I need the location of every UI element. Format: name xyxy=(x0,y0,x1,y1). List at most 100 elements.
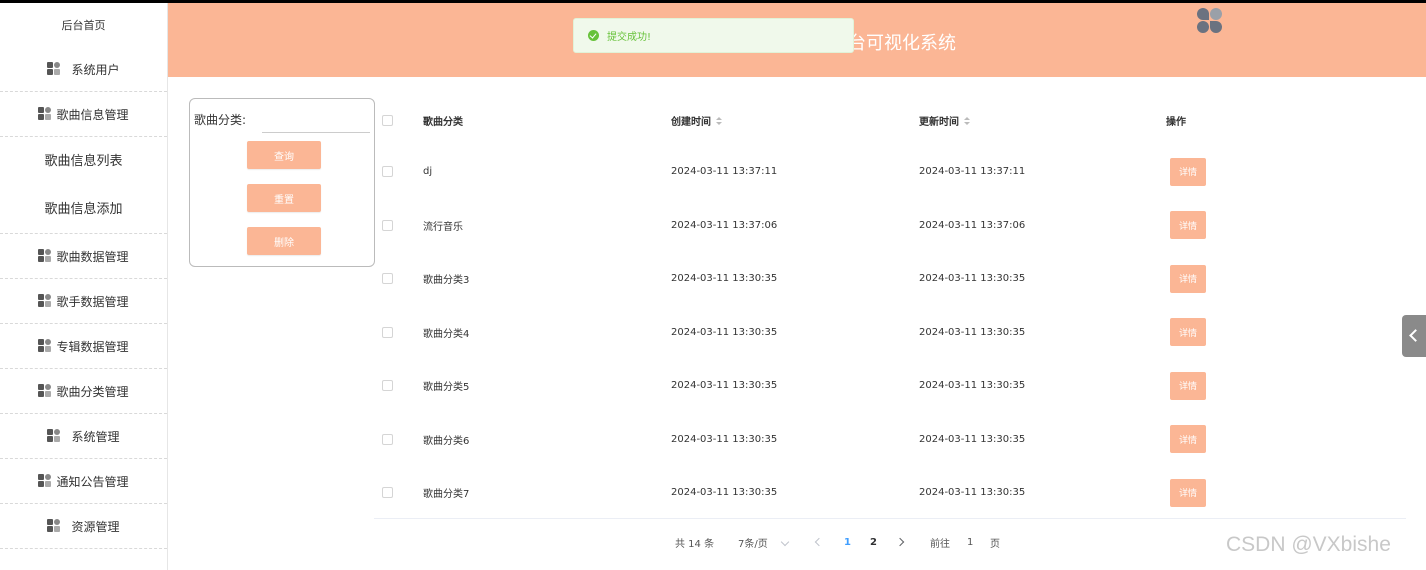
menu-icon xyxy=(38,474,52,488)
cell-created: 2024-03-11 13:30:35 xyxy=(671,273,778,285)
row-checkbox[interactable] xyxy=(382,273,393,285)
pagination-total: 共 14 条 xyxy=(675,538,715,550)
cell-updated: 2024-03-11 13:37:11 xyxy=(919,166,1026,178)
sidebar-item-song-category[interactable]: 歌曲分类管理 xyxy=(0,369,167,414)
cell-updated: 2024-03-11 13:30:35 xyxy=(919,380,1026,392)
sidebar-item-system-management[interactable]: 系统管理 xyxy=(0,414,167,459)
select-all-checkbox[interactable] xyxy=(382,114,393,126)
table-row: 歌曲分类4 2024-03-11 13:30:35 2024-03-11 13:… xyxy=(374,306,1406,360)
sidebar-item-resources[interactable]: 资源管理 xyxy=(0,504,167,549)
row-checkbox[interactable] xyxy=(382,380,393,392)
cell-category: 歌曲分类5 xyxy=(423,382,470,394)
search-label: 歌曲分类: xyxy=(194,113,247,127)
menu-icon xyxy=(38,294,52,308)
cell-category: 流行音乐 xyxy=(423,221,463,233)
cell-created: 2024-03-11 13:37:06 xyxy=(671,219,778,231)
row-checkbox[interactable] xyxy=(382,219,393,231)
cell-created: 2024-03-11 13:30:35 xyxy=(671,380,778,392)
sidebar-subitem-song-list[interactable]: 歌曲信息列表 xyxy=(0,137,167,182)
search-panel: 歌曲分类: 查询 重置 删除 xyxy=(189,98,375,267)
table-row: 流行音乐 2024-03-11 13:37:06 2024-03-11 13:3… xyxy=(374,199,1406,253)
table-row: 歌曲分类7 2024-03-11 13:30:35 2024-03-11 13:… xyxy=(374,466,1406,520)
cell-category: dj xyxy=(423,166,433,178)
cell-updated: 2024-03-11 13:30:35 xyxy=(919,433,1026,445)
column-header-category: 歌曲分类 xyxy=(423,116,463,128)
column-header-created[interactable]: 创建时间 xyxy=(671,113,722,128)
sidebar-item-label: 歌手数据管理 xyxy=(56,294,129,309)
sort-icon[interactable] xyxy=(716,117,722,126)
sidebar-item-home[interactable]: 后台首页 xyxy=(0,3,167,47)
sidebar-item-song-info[interactable]: 歌曲信息管理 xyxy=(0,92,167,137)
sidebar-item-label: 专辑数据管理 xyxy=(56,339,129,354)
avatar-icon[interactable] xyxy=(1197,8,1223,34)
sidebar: 后台首页 系统用户 歌曲信息管理 歌曲信息列表 歌曲信息添加 歌曲数据管理 歌手… xyxy=(0,3,168,570)
row-checkbox[interactable] xyxy=(382,487,393,499)
query-button[interactable]: 查询 xyxy=(247,141,321,169)
sidebar-subitem-song-add[interactable]: 歌曲信息添加 xyxy=(0,182,167,234)
page-size-select[interactable]: 7条/页 xyxy=(738,534,768,550)
detail-button[interactable]: 详情 xyxy=(1170,478,1206,507)
sidebar-item-label: 歌曲数据管理 xyxy=(56,249,129,264)
goto-page-input[interactable]: 1 xyxy=(967,534,973,550)
sidebar-item-singer-data[interactable]: 歌手数据管理 xyxy=(0,279,167,324)
sidebar-item-album-data[interactable]: 专辑数据管理 xyxy=(0,324,167,369)
cell-category: 歌曲分类3 xyxy=(423,275,470,287)
table-row: dj 2024-03-11 13:37:11 2024-03-11 13:37:… xyxy=(374,145,1406,199)
table-divider xyxy=(374,518,1406,519)
sidebar-item-notice[interactable]: 通知公告管理 xyxy=(0,459,167,504)
category-table: 歌曲分类 创建时间 更新时间 操作 dj 2024-03-11 13:37:11… xyxy=(374,95,1406,520)
column-header-updated[interactable]: 更新时间 xyxy=(919,113,970,128)
cell-category: 歌曲分类4 xyxy=(423,328,470,340)
detail-button[interactable]: 详情 xyxy=(1170,318,1206,347)
sidebar-item-label: 通知公告管理 xyxy=(56,474,129,489)
row-checkbox[interactable] xyxy=(382,433,393,445)
sidebar-item-label: 歌曲分类管理 xyxy=(56,384,129,399)
table-row: 歌曲分类5 2024-03-11 13:30:35 2024-03-11 13:… xyxy=(374,359,1406,413)
row-checkbox[interactable] xyxy=(382,326,393,338)
row-checkbox[interactable] xyxy=(382,166,393,178)
main-content: 歌曲分类: 查询 重置 删除 歌曲分类 创建时间 更新时间 操作 dj 2024… xyxy=(168,77,1426,570)
detail-button[interactable]: 详情 xyxy=(1170,157,1206,186)
menu-icon xyxy=(47,519,61,533)
page-number-1[interactable]: 1 xyxy=(844,534,851,550)
sidebar-item-label: 系统用户 xyxy=(71,62,120,77)
sort-icon[interactable] xyxy=(964,117,970,126)
detail-button[interactable]: 详情 xyxy=(1170,264,1206,293)
sidebar-item-label: 资源管理 xyxy=(71,519,120,534)
reset-button[interactable]: 重置 xyxy=(247,184,321,212)
menu-icon xyxy=(38,384,52,398)
chevron-left-icon[interactable] xyxy=(814,537,824,547)
watermark: CSDN @VXbishe xyxy=(1226,533,1391,556)
cell-created: 2024-03-11 13:30:35 xyxy=(671,433,778,445)
cell-updated: 2024-03-11 13:30:35 xyxy=(919,326,1026,338)
page-number-2[interactable]: 2 xyxy=(870,534,877,550)
column-header-label: 创建时间 xyxy=(671,116,711,128)
cell-created: 2024-03-11 13:37:11 xyxy=(671,166,778,178)
detail-button[interactable]: 详情 xyxy=(1170,211,1206,240)
sidebar-item-song-data[interactable]: 歌曲数据管理 xyxy=(0,234,167,279)
sidebar-item-label: 歌曲信息管理 xyxy=(56,107,129,122)
sidebar-item-system-users[interactable]: 系统用户 xyxy=(0,47,167,92)
sidebar-item-label: 系统管理 xyxy=(71,429,120,444)
column-header-actions: 操作 xyxy=(1166,116,1186,128)
toast-message: 提交成功! xyxy=(607,32,652,43)
chevron-down-icon[interactable] xyxy=(780,537,790,547)
cell-updated: 2024-03-11 13:30:35 xyxy=(919,487,1026,499)
category-search-input[interactable] xyxy=(262,115,370,133)
table-row: 歌曲分类3 2024-03-11 13:30:35 2024-03-11 13:… xyxy=(374,252,1406,306)
cell-created: 2024-03-11 13:30:35 xyxy=(671,326,778,338)
detail-button[interactable]: 详情 xyxy=(1170,425,1206,454)
page-title: 台可视化系统 xyxy=(848,33,956,54)
chevron-right-icon[interactable] xyxy=(895,537,905,547)
table-header-row: 歌曲分类 创建时间 更新时间 操作 xyxy=(374,95,1406,145)
menu-icon xyxy=(38,107,52,121)
menu-icon xyxy=(47,62,61,76)
delete-button[interactable]: 删除 xyxy=(247,227,321,255)
cell-updated: 2024-03-11 13:37:06 xyxy=(919,219,1026,231)
collapse-panel-tab[interactable] xyxy=(1402,315,1426,357)
detail-button[interactable]: 详情 xyxy=(1170,371,1206,400)
cell-created: 2024-03-11 13:30:35 xyxy=(671,487,778,499)
cell-category: 歌曲分类7 xyxy=(423,489,470,501)
app-window: 后台首页 系统用户 歌曲信息管理 歌曲信息列表 歌曲信息添加 歌曲数据管理 歌手… xyxy=(0,3,1426,570)
column-header-label: 更新时间 xyxy=(919,116,959,128)
